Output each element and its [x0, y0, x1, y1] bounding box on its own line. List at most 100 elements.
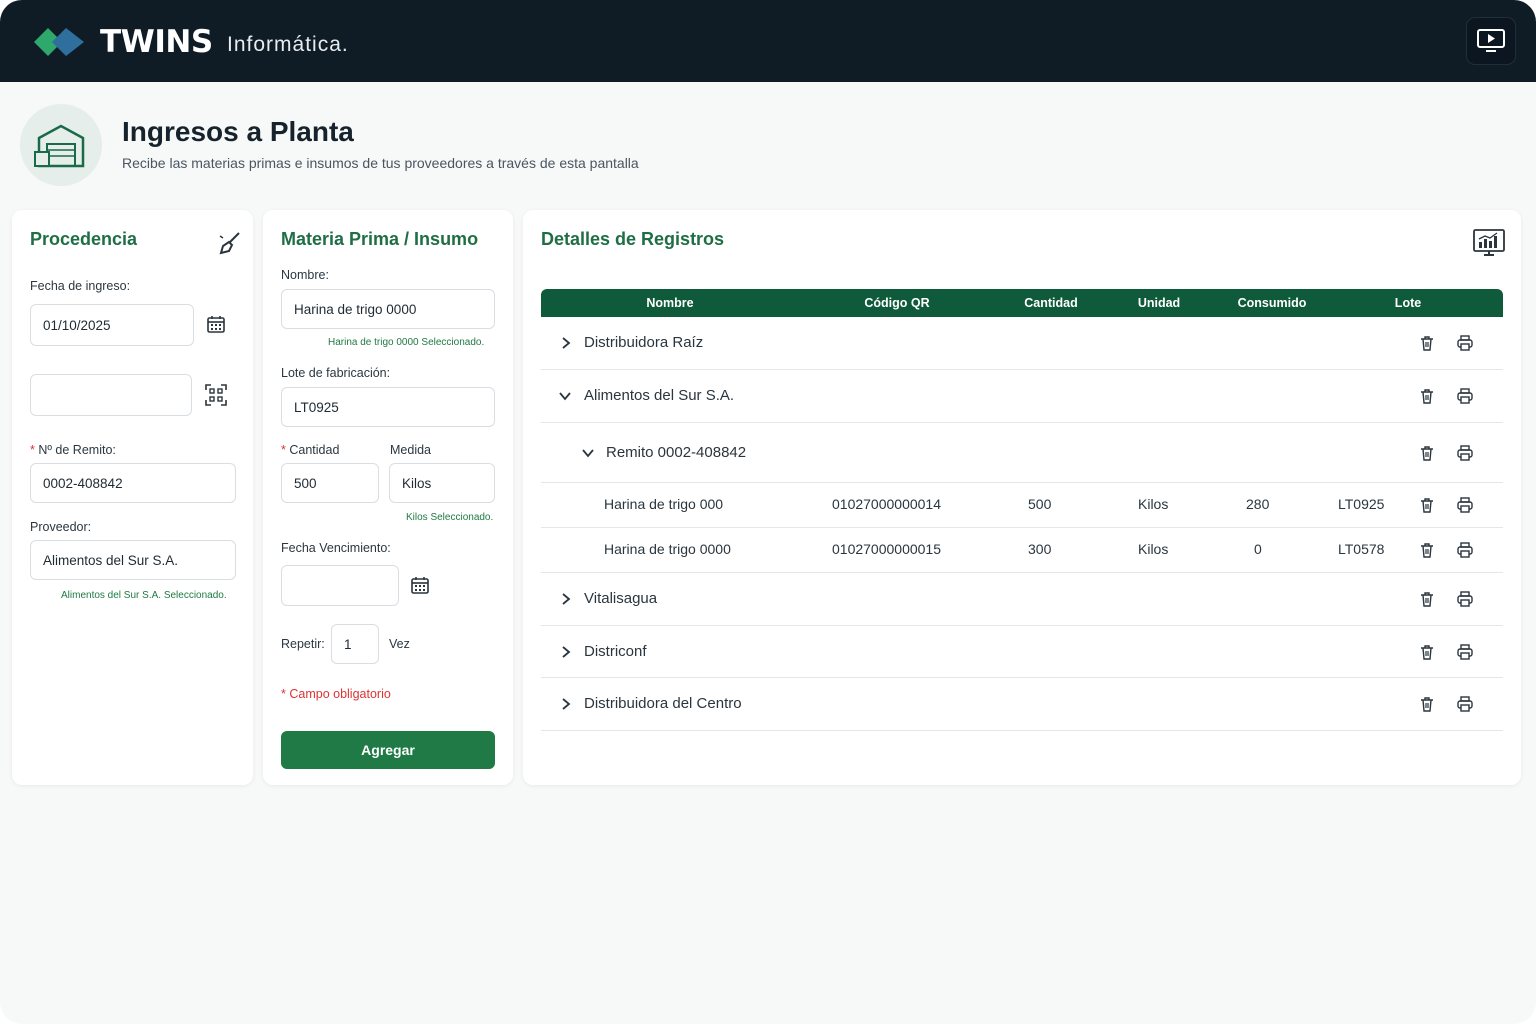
- cell-qr: 01027000000014: [832, 496, 942, 512]
- chevron-right-icon[interactable]: [559, 697, 573, 711]
- cantidad-input[interactable]: 500: [281, 463, 379, 503]
- col-codigo-qr: Código QR: [864, 296, 930, 310]
- lote-input[interactable]: LT0925: [281, 387, 495, 427]
- materia-card: Materia Prima / Insumo Nombre: Harina de…: [263, 210, 513, 785]
- qr-scan-icon[interactable]: [204, 383, 228, 407]
- page-title: Ingresos a Planta: [122, 116, 354, 147]
- cell-unidad: Kilos: [1138, 541, 1169, 557]
- brand-name: TWINS: [100, 24, 213, 60]
- table-row[interactable]: Remito 0002-408842: [541, 423, 1503, 483]
- nombre-input[interactable]: Harina de trigo 0000: [281, 289, 495, 329]
- page-subtitle: Recibe las materias primas e insumos de …: [122, 155, 639, 171]
- proveedor-input[interactable]: Alimentos del Sur S.A.: [30, 540, 236, 580]
- chevron-down-icon[interactable]: [558, 389, 572, 403]
- brand-suffix: Informática.: [227, 33, 349, 56]
- app-frame: TWINS Informática. Ingresos a Planta Rec…: [0, 0, 1536, 1024]
- trash-icon[interactable]: [1418, 444, 1436, 462]
- warehouse-icon: [34, 124, 85, 168]
- printer-icon[interactable]: [1456, 643, 1474, 661]
- trash-icon[interactable]: [1418, 643, 1436, 661]
- trash-icon[interactable]: [1418, 387, 1436, 405]
- printer-icon[interactable]: [1456, 444, 1474, 462]
- chevron-right-icon[interactable]: [559, 592, 573, 606]
- cantidad-required-mark: *: [281, 443, 286, 457]
- medida-select[interactable]: Kilos: [389, 463, 495, 503]
- broom-icon[interactable]: [217, 230, 243, 256]
- cantidad-label: * Cantidad: [281, 443, 339, 457]
- detalles-title: Detalles de Registros: [541, 229, 725, 249]
- agregar-button[interactable]: Agregar: [281, 731, 495, 769]
- procedencia-card: Procedencia Fecha de ingreso: 01/10/2025…: [12, 210, 253, 785]
- page-icon: [20, 104, 102, 186]
- cell-lote: LT0578: [1338, 541, 1385, 557]
- repetir-label: Repetir:: [281, 637, 325, 651]
- chevron-down-icon[interactable]: [581, 446, 595, 460]
- remito-label-text: Nº de Remito:: [38, 443, 116, 457]
- table-row[interactable]: Harina de trigo 000 01027000000014 500 K…: [541, 483, 1503, 528]
- vencimiento-input[interactable]: [281, 565, 399, 606]
- logo-diamond-icon: [34, 28, 84, 56]
- calendar-icon[interactable]: [206, 314, 226, 334]
- col-cantidad: Cantidad: [1024, 296, 1078, 310]
- trash-icon[interactable]: [1418, 334, 1436, 352]
- materia-title: Materia Prima / Insumo: [281, 229, 479, 249]
- col-unidad: Unidad: [1137, 296, 1181, 310]
- cantidad-label-text: Cantidad: [289, 443, 340, 457]
- remito-label: * Nº de Remito:: [30, 443, 116, 457]
- col-nombre: Nombre: [646, 296, 694, 310]
- row-name: Alimentos del Sur S.A.: [584, 387, 735, 404]
- proveedor-hint: Alimentos del Sur S.A. Seleccionado.: [61, 590, 227, 601]
- row-name: Distribuidora Raíz: [584, 334, 704, 351]
- printer-icon[interactable]: [1456, 334, 1474, 352]
- table-row[interactable]: Harina de trigo 0000 01027000000015 300 …: [541, 528, 1503, 573]
- table-row[interactable]: Distribuidora del Centro: [541, 678, 1503, 731]
- table-row[interactable]: Alimentos del Sur S.A.: [541, 370, 1503, 423]
- obligatorio-text: Campo obligatorio: [289, 687, 391, 701]
- obligatorio-required-mark: *: [281, 687, 286, 701]
- trash-icon[interactable]: [1418, 496, 1436, 514]
- nombre-label: Nombre:: [281, 268, 329, 282]
- printer-icon[interactable]: [1456, 695, 1474, 713]
- qr-input[interactable]: [30, 374, 192, 416]
- medida-label: Medida: [390, 443, 431, 457]
- printer-icon[interactable]: [1456, 387, 1474, 405]
- lote-label: Lote de fabricación:: [281, 366, 391, 380]
- table-row[interactable]: Vitalisagua: [541, 573, 1503, 626]
- remito-required-mark: *: [30, 443, 35, 457]
- proveedor-label: Proveedor:: [30, 520, 92, 534]
- remito-input[interactable]: 0002-408842: [30, 463, 236, 503]
- medida-hint: Kilos Seleccionado.: [406, 512, 494, 523]
- trash-icon[interactable]: [1418, 590, 1436, 608]
- fecha-ingreso-label: Fecha de ingreso:: [30, 279, 131, 293]
- cell-unidad: Kilos: [1138, 496, 1169, 512]
- trash-icon[interactable]: [1418, 541, 1436, 559]
- screen-play-icon: [1477, 29, 1505, 52]
- col-lote: Lote: [1394, 296, 1422, 310]
- cell-qr: 01027000000015: [832, 541, 942, 557]
- cell-cantidad: 300: [1028, 541, 1052, 557]
- printer-icon[interactable]: [1456, 590, 1474, 608]
- printer-icon[interactable]: [1456, 541, 1474, 559]
- table-row[interactable]: Distribuidora Raíz: [541, 317, 1503, 370]
- row-name: Vitalisagua: [584, 590, 658, 607]
- repetir-input[interactable]: 1: [331, 624, 379, 664]
- cell-lote: LT0925: [1338, 496, 1385, 512]
- vencimiento-label: Fecha Vencimiento:: [281, 541, 391, 555]
- cell-nombre: Harina de trigo 000: [604, 496, 724, 512]
- calendar-icon[interactable]: [410, 575, 430, 595]
- chart-icon[interactable]: [1472, 228, 1506, 258]
- campo-obligatorio: * Campo obligatorio: [281, 687, 391, 701]
- trash-icon[interactable]: [1418, 695, 1436, 713]
- table-row[interactable]: Districonf: [541, 626, 1503, 678]
- fecha-ingreso-input[interactable]: 01/10/2025: [30, 304, 194, 346]
- table-header: Nombre Código QR Cantidad Unidad Consumi…: [541, 289, 1503, 317]
- chevron-right-icon[interactable]: [559, 645, 573, 659]
- cell-consumido: 0: [1254, 541, 1262, 557]
- presentation-button[interactable]: [1466, 17, 1516, 65]
- printer-icon[interactable]: [1456, 496, 1474, 514]
- col-consumido: Consumido: [1237, 296, 1307, 310]
- chevron-right-icon[interactable]: [559, 336, 573, 350]
- procedencia-title: Procedencia: [30, 229, 138, 249]
- repetir-unit: Vez: [389, 637, 410, 651]
- cell-cantidad: 500: [1028, 496, 1052, 512]
